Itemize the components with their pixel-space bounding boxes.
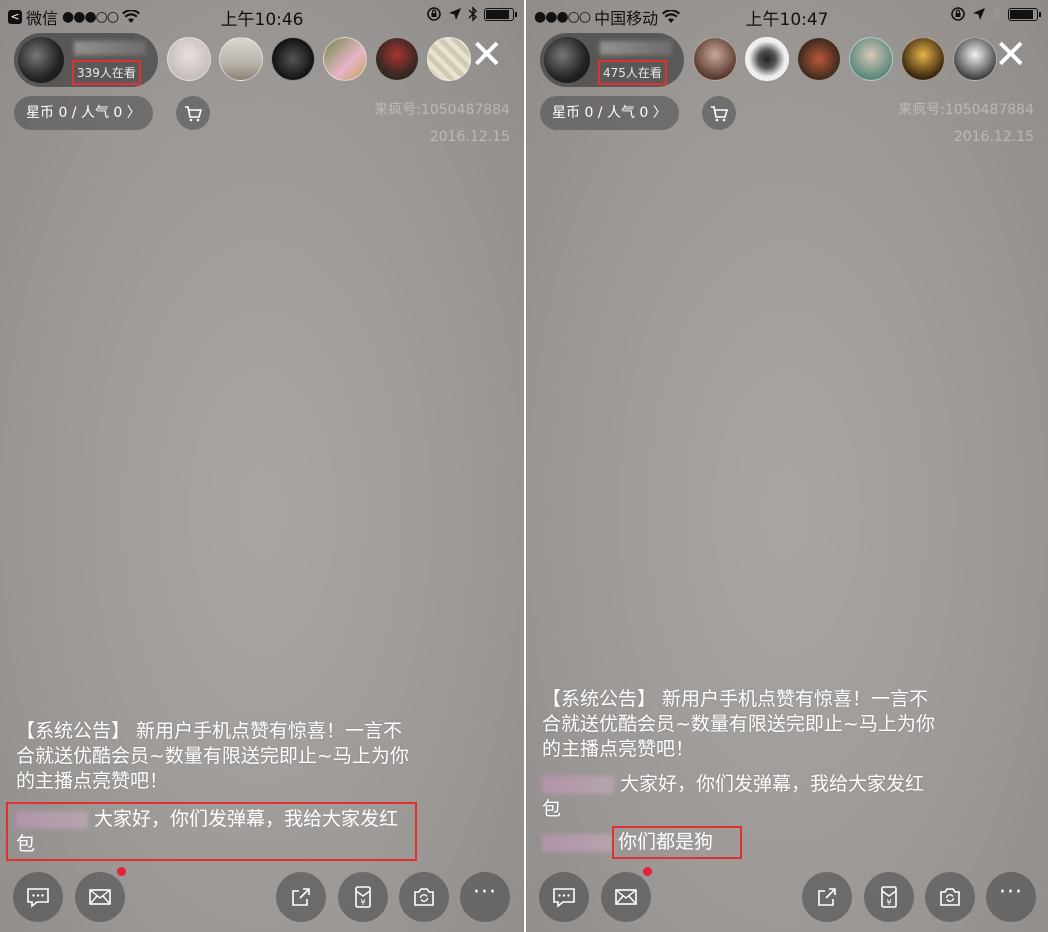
audience-avatar[interactable] — [693, 37, 737, 81]
audience-avatar[interactable] — [849, 37, 893, 81]
audience-avatar[interactable] — [901, 37, 945, 81]
chat-icon — [553, 888, 575, 908]
status-bar: ●●●○○ 中国移动 上午10:47 — [526, 0, 1048, 30]
stats-pill[interactable]: 星币 0 / 人气 0 〉 — [540, 96, 679, 130]
sender-name-blurred — [542, 775, 614, 794]
system-announcement: 【系统公告】 新用户手机点赞有惊喜！一言不合就送优酷会员~数量有限送完即止~马上… — [16, 720, 409, 792]
room-id: 来疯号:1050487884 — [898, 102, 1034, 118]
battery-icon — [484, 7, 517, 21]
host-name-blurred — [74, 41, 146, 55]
audience-avatar[interactable] — [375, 37, 419, 81]
chat-button[interactable] — [539, 872, 589, 922]
room-id: 来疯号:1050487884 — [374, 102, 510, 118]
rotation-lock-icon — [427, 7, 441, 21]
mail-icon — [89, 889, 111, 905]
bluetooth-icon — [468, 6, 477, 22]
svg-text:¥: ¥ — [360, 898, 365, 907]
red-envelope-button[interactable]: ¥ — [338, 872, 388, 922]
notification-dot — [117, 867, 126, 876]
audience-avatar[interactable] — [953, 37, 997, 81]
share-button[interactable] — [276, 872, 326, 922]
location-arrow-icon — [973, 8, 985, 20]
camera-flip-icon — [414, 888, 434, 906]
close-button[interactable]: ✕ — [994, 35, 1028, 75]
stream-date: 2016.12.15 — [953, 129, 1034, 145]
status-bar: < 微信 ●●●○○ 上午10:46 — [0, 0, 524, 30]
host-info-pill[interactable]: 475人在看 — [540, 33, 684, 87]
message-button[interactable] — [601, 872, 651, 922]
location-arrow-icon — [449, 8, 461, 20]
system-announcement: 【系统公告】 新用户手机点赞有惊喜！一言不合就送优酷会员~数量有限送完即止~马上… — [542, 688, 935, 760]
live-screen-before: < 微信 ●●●○○ 上午10:46 339人在看 ✕ 星币 0 / 人气 0 … — [0, 0, 524, 932]
host-avatar[interactable] — [18, 37, 64, 83]
chat-button[interactable] — [13, 872, 63, 922]
battery-icon — [1008, 7, 1041, 21]
audience-avatar[interactable] — [219, 37, 263, 81]
audience-avatar[interactable] — [427, 37, 471, 81]
viewer-count: 475人在看 — [598, 60, 667, 85]
audience-avatars — [693, 37, 997, 81]
camera-flip-icon — [940, 888, 960, 906]
viewer-count: 339人在看 — [72, 60, 141, 85]
chat-message: 大家好，你们发弹幕，我给大家发红包 — [542, 772, 942, 822]
audience-avatars — [167, 37, 471, 81]
chat-message — [542, 830, 942, 855]
more-button[interactable]: ··· — [986, 872, 1036, 922]
bluetooth-icon — [992, 6, 1001, 22]
more-button[interactable]: ··· — [460, 872, 510, 922]
audience-avatar[interactable] — [323, 37, 367, 81]
audience-avatar[interactable] — [797, 37, 841, 81]
host-info-pill[interactable]: 339人在看 — [14, 33, 158, 87]
host-avatar[interactable] — [544, 37, 590, 83]
share-icon — [292, 888, 310, 906]
sender-name-blurred — [16, 810, 88, 829]
red-envelope-icon: ¥ — [355, 886, 371, 908]
camera-flip-button[interactable] — [925, 872, 975, 922]
message-text: 你们都是狗 — [618, 831, 714, 853]
cart-icon — [185, 106, 203, 122]
more-icon: ··· — [473, 880, 497, 905]
notification-dot — [643, 867, 652, 876]
audience-avatar[interactable] — [271, 37, 315, 81]
cart-button[interactable] — [702, 96, 736, 130]
cart-icon — [711, 106, 729, 122]
mail-icon — [615, 889, 637, 905]
message-button[interactable] — [75, 872, 125, 922]
share-button[interactable] — [802, 872, 852, 922]
camera-flip-button[interactable] — [399, 872, 449, 922]
red-envelope-icon: ¥ — [881, 886, 897, 908]
live-screen-after: ●●●○○ 中国移动 上午10:47 475人在看 ✕ 星币 0 / 人气 0 … — [524, 0, 1048, 932]
chat-message: 大家好，你们发弹幕，我给大家发红包 — [16, 807, 406, 857]
rotation-lock-icon — [951, 7, 965, 21]
chat-icon — [27, 888, 49, 908]
share-icon — [818, 888, 836, 906]
stream-date: 2016.12.15 — [429, 129, 510, 145]
audience-avatar[interactable] — [167, 37, 211, 81]
close-button[interactable]: ✕ — [470, 35, 504, 75]
audience-avatar[interactable] — [745, 37, 789, 81]
stats-pill[interactable]: 星币 0 / 人气 0 〉 — [14, 96, 153, 130]
svg-text:¥: ¥ — [886, 898, 891, 907]
more-icon: ··· — [999, 880, 1023, 905]
cart-button[interactable] — [176, 96, 210, 130]
host-name-blurred — [600, 41, 672, 55]
red-envelope-button[interactable]: ¥ — [864, 872, 914, 922]
sender-name-blurred — [542, 833, 614, 852]
